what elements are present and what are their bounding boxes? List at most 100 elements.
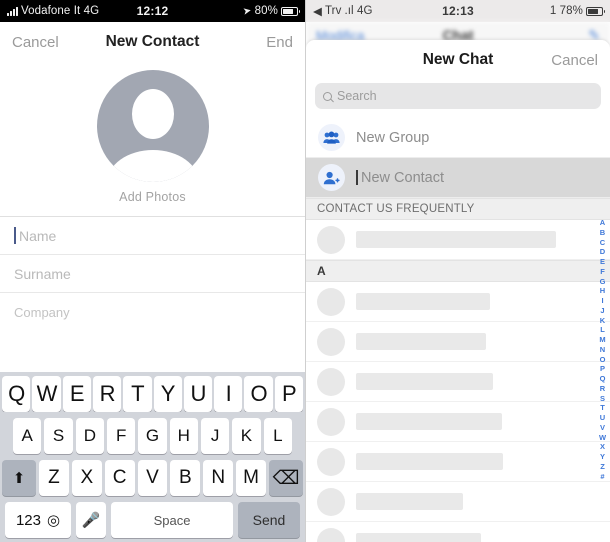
new-contact-label: New Contact: [356, 170, 444, 186]
key-b[interactable]: B: [170, 460, 201, 496]
alphabet-index[interactable]: A B C D E F G H I J K L M N O P Q R S T U V W X Y Z #: [596, 218, 609, 481]
contact-name-placeholder: [356, 293, 490, 310]
key-y[interactable]: Y: [153, 376, 182, 412]
table-row[interactable]: [306, 362, 610, 402]
key-m[interactable]: M: [236, 460, 267, 496]
alpha-index-w[interactable]: W: [599, 433, 606, 443]
numbers-key[interactable]: 123 ◎: [5, 502, 71, 538]
key-q[interactable]: Q: [2, 376, 31, 412]
alpha-index-l[interactable]: L: [600, 325, 605, 335]
alpha-index-t[interactable]: T: [600, 403, 605, 413]
key-v[interactable]: V: [137, 460, 168, 496]
alpha-index-e[interactable]: E: [600, 257, 605, 267]
person-placeholder-icon[interactable]: [96, 70, 209, 182]
new-group-row[interactable]: New Group: [306, 118, 610, 158]
key-x[interactable]: X: [71, 460, 102, 496]
alpha-index-i[interactable]: I: [601, 296, 603, 306]
cancel-button[interactable]: Cancel: [12, 34, 59, 51]
right-status-bar: ◀ Trv .ıl 4G 12:13 1 78%: [306, 0, 610, 22]
company-field[interactable]: Company: [0, 293, 305, 331]
microphone-icon[interactable]: 🎤: [76, 502, 106, 538]
name-field[interactable]: Name: [0, 217, 305, 255]
cancel-button[interactable]: Cancel: [551, 52, 598, 69]
send-button[interactable]: Send: [238, 502, 300, 538]
new-chat-screen: Modifica Chat ✎ New Chat Cancel Search N…: [306, 22, 610, 542]
section-header-a: A: [306, 260, 610, 282]
key-t[interactable]: T: [123, 376, 152, 412]
key-n[interactable]: N: [203, 460, 234, 496]
alpha-index-y[interactable]: Y: [600, 452, 605, 462]
table-row[interactable]: [306, 220, 610, 260]
alpha-index-q[interactable]: Q: [600, 374, 606, 384]
name-field-placeholder: Name: [19, 227, 57, 244]
add-photos-button[interactable]: Add Photos: [119, 190, 186, 204]
key-k[interactable]: K: [232, 418, 261, 454]
alpha-index-f[interactable]: F: [600, 267, 605, 277]
alpha-index-u[interactable]: U: [600, 413, 605, 423]
alpha-index-o[interactable]: O: [600, 355, 606, 365]
alpha-index-hash[interactable]: #: [600, 472, 604, 482]
contact-fields: Name Surname Company: [0, 216, 305, 331]
alpha-index-p[interactable]: P: [600, 364, 605, 374]
table-row[interactable]: [306, 282, 610, 322]
alpha-index-g[interactable]: G: [600, 277, 606, 287]
alpha-index-n[interactable]: N: [600, 345, 605, 355]
alpha-index-b[interactable]: B: [600, 228, 605, 238]
table-row[interactable]: [306, 322, 610, 362]
key-d[interactable]: D: [75, 418, 104, 454]
globe-icon[interactable]: ◎: [47, 511, 60, 529]
key-h[interactable]: H: [169, 418, 198, 454]
key-e[interactable]: E: [62, 376, 91, 412]
avatar: [317, 447, 345, 476]
key-j[interactable]: J: [200, 418, 230, 454]
alpha-index-k[interactable]: K: [600, 316, 605, 326]
alpha-index-c[interactable]: C: [600, 238, 605, 248]
key-c[interactable]: C: [104, 460, 135, 496]
search-input[interactable]: Search: [315, 83, 601, 109]
new-group-label: New Group: [356, 129, 430, 146]
alpha-index-h[interactable]: H: [600, 286, 605, 296]
shift-icon[interactable]: ⬆: [2, 460, 36, 496]
key-w[interactable]: W: [32, 376, 61, 412]
alpha-index-x[interactable]: X: [600, 442, 605, 452]
battery-percent-label: 1 78%: [549, 5, 583, 17]
surname-field-placeholder: Surname: [14, 265, 71, 282]
table-row[interactable]: [306, 522, 610, 542]
new-chat-sheet: New Chat Cancel Search New Group New Con…: [306, 40, 610, 542]
alpha-index-r[interactable]: R: [600, 384, 605, 394]
back-chevron-icon[interactable]: ◀: [313, 4, 322, 18]
key-g[interactable]: G: [138, 418, 167, 454]
keyboard-row-2: A S D F G H J K L: [2, 418, 303, 454]
key-r[interactable]: R: [92, 376, 122, 412]
alpha-index-v[interactable]: V: [600, 423, 605, 433]
alpha-index-s[interactable]: S: [600, 394, 605, 404]
battery-icon: [586, 6, 605, 16]
table-row[interactable]: [306, 402, 610, 442]
new-contact-navbar: Cancel New Contact End: [0, 22, 305, 62]
surname-field[interactable]: Surname: [0, 255, 305, 293]
table-row[interactable]: [306, 442, 610, 482]
space-key[interactable]: Space: [111, 502, 233, 538]
key-i[interactable]: I: [214, 376, 243, 412]
avatar: [317, 527, 345, 542]
new-contact-row[interactable]: New Contact: [306, 158, 610, 198]
table-row[interactable]: [306, 482, 610, 522]
on-screen-keyboard[interactable]: Q W E R T Y U I O P A S D F G H J K L ⬆ …: [0, 372, 305, 542]
alpha-index-d[interactable]: D: [600, 247, 605, 257]
alpha-index-m[interactable]: M: [599, 335, 605, 345]
key-u[interactable]: U: [183, 376, 213, 412]
key-s[interactable]: S: [44, 418, 73, 454]
end-button[interactable]: End: [266, 34, 293, 51]
back-app-label[interactable]: Trv: [325, 5, 341, 17]
key-f[interactable]: F: [107, 418, 136, 454]
right-phone-panel: ◀ Trv .ıl 4G 12:13 1 78% Modifica Chat ✎…: [305, 0, 610, 542]
key-a[interactable]: A: [13, 418, 42, 454]
alpha-index-j[interactable]: J: [600, 306, 604, 316]
key-p[interactable]: P: [274, 376, 303, 412]
alpha-index-a[interactable]: A: [600, 218, 605, 228]
key-l[interactable]: L: [263, 418, 292, 454]
key-z[interactable]: Z: [39, 460, 69, 496]
alpha-index-z[interactable]: Z: [600, 462, 605, 472]
key-o[interactable]: O: [244, 376, 273, 412]
backspace-icon[interactable]: ⌫: [269, 460, 304, 496]
